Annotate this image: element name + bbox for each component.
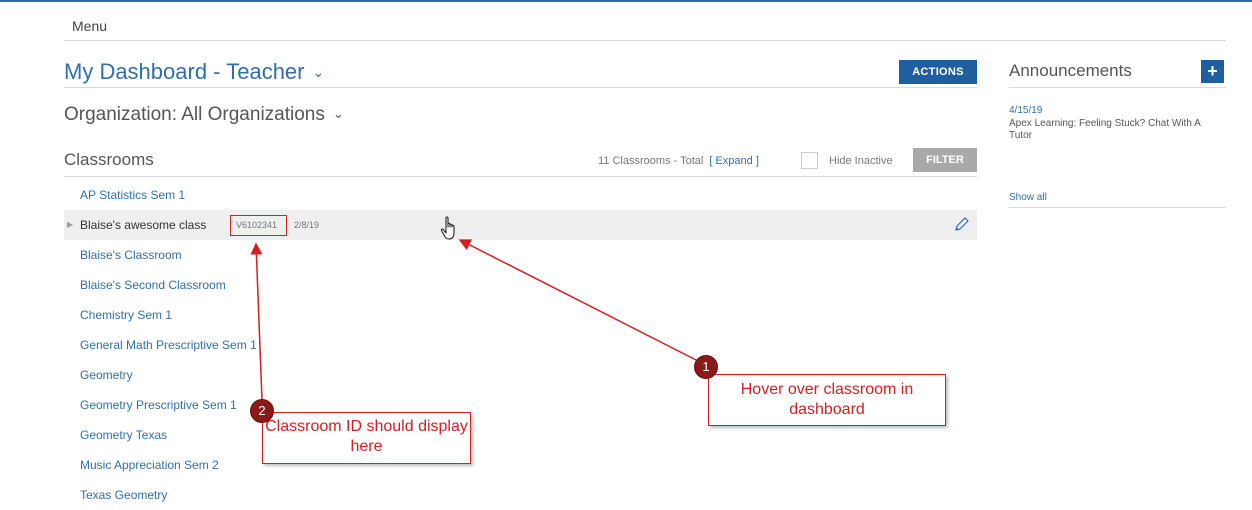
annotation-arrows <box>250 239 701 401</box>
callout-badge-1: 1 <box>694 355 718 379</box>
callout-badge-2: 2 <box>250 399 274 423</box>
callout-box-1: Hover over classroom in dashboard <box>708 374 946 426</box>
callout-box-2: Classroom ID should display here <box>262 412 471 464</box>
